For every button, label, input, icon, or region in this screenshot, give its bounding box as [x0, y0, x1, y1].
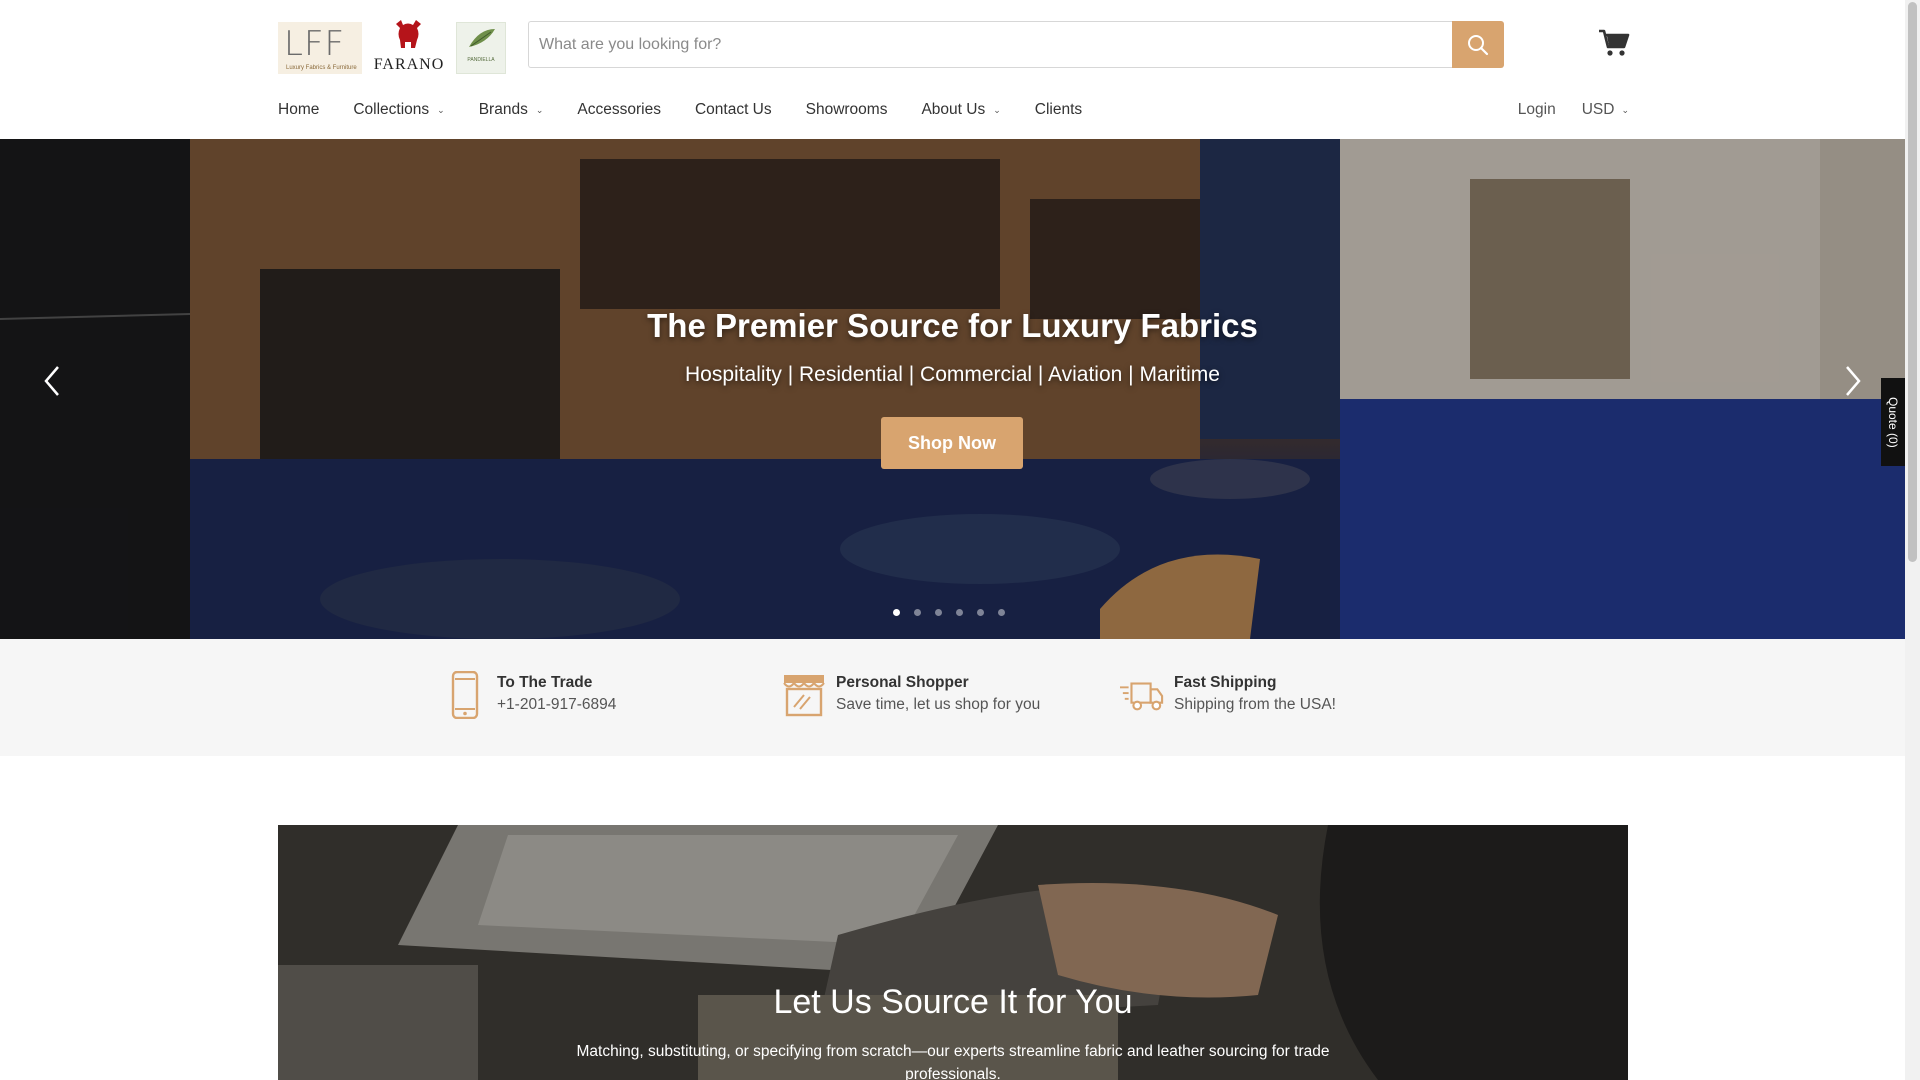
feature-desc: Shipping from the USA! — [1174, 696, 1336, 713]
nav-about-us[interactable]: About Us ⌄ — [921, 101, 1000, 119]
slider-prev-button[interactable] — [38, 361, 68, 401]
nav-collections-label: Collections — [353, 101, 430, 118]
search-input[interactable] — [528, 21, 1452, 68]
feature-to-the-trade: To The Trade +1-201-917-6894 — [443, 670, 616, 720]
currency-selector[interactable]: USD ⌄ — [1582, 101, 1629, 119]
page-scrollbar[interactable] — [1905, 0, 1920, 1080]
feature-text: Fast Shipping Shipping from the USA! — [1174, 673, 1336, 717]
source-title: Let Us Source It for You — [773, 983, 1133, 1021]
feature-desc: Save time, let us shop for you — [836, 696, 1041, 713]
feature-personal-shopper: Personal Shopper Save time, let us shop … — [782, 670, 1040, 720]
cart-button[interactable] — [1598, 28, 1630, 60]
features-bar: To The Trade +1-201-917-6894 Personal Sh… — [0, 639, 1905, 756]
search-icon — [1468, 34, 1489, 55]
slider-dot[interactable] — [956, 609, 963, 616]
search-button[interactable] — [1452, 21, 1504, 68]
main-nav: Home Collections ⌄ Brands ⌄ Accessories Co… — [278, 96, 1116, 124]
feature-text: To The Trade +1-201-917-6894 — [497, 673, 616, 717]
nav-accessories-label: Accessories — [577, 101, 661, 118]
feature-fast-shipping: Fast Shipping Shipping from the USA! — [1120, 670, 1336, 720]
hero-slider: The Premier Source for Luxury Fabrics Ho… — [0, 139, 1905, 639]
nav-showrooms-label: Showrooms — [805, 101, 888, 118]
nav-showrooms[interactable]: Showrooms — [806, 101, 888, 119]
login-link[interactable]: Login — [1518, 101, 1556, 119]
storefront-icon — [782, 670, 826, 720]
truck-icon — [1120, 670, 1164, 720]
slider-dot[interactable] — [935, 609, 942, 616]
hero-title: The Premier Source for Luxury Fabrics — [647, 307, 1258, 344]
currency-label: USD — [1581, 101, 1615, 118]
pandiella-logo-text: PANDIELLA — [467, 57, 495, 63]
nav-home[interactable]: Home — [278, 101, 319, 119]
phone-icon — [443, 670, 487, 720]
source-banner: Let Us Source It for You Matching, subst… — [278, 825, 1628, 1080]
chevron-left-icon — [44, 366, 59, 396]
brand-logos: LFF Luxury Fabrics & Furniture FARANO PA… — [278, 18, 506, 74]
site-header: LFF Luxury Fabrics & Furniture FARANO PA… — [0, 0, 1905, 139]
scrollbar-thumb[interactable] — [1908, 2, 1917, 562]
shop-now-button[interactable]: Shop Now — [881, 417, 1023, 469]
nav-collections[interactable]: Collections ⌄ — [353, 101, 444, 119]
nav-accessories[interactable]: Accessories — [577, 101, 661, 119]
leaf-icon — [469, 29, 495, 47]
lff-logo-text: LFF — [284, 24, 346, 64]
pandiella-logo[interactable]: PANDIELLA — [456, 22, 506, 74]
chevron-down-icon: ⌄ — [535, 104, 544, 115]
chevron-down-icon: ⌄ — [993, 104, 1001, 115]
search-bar — [528, 21, 1504, 68]
lff-logo[interactable]: LFF Luxury Fabrics & Furniture — [278, 22, 362, 74]
feature-title: Fast Shipping — [1174, 674, 1277, 691]
account-nav: Login USD ⌄ — [1518, 96, 1629, 124]
slider-dot[interactable] — [977, 609, 984, 616]
bull-icon — [396, 20, 421, 48]
farano-logo[interactable]: FARANO — [372, 18, 446, 74]
chevron-right-icon — [1846, 366, 1861, 396]
feature-title: Personal Shopper — [836, 674, 969, 691]
feature-desc: +1-201-917-6894 — [497, 696, 617, 713]
nav-contact-us[interactable]: Contact Us — [695, 101, 772, 119]
nav-contact-us-label: Contact Us — [694, 101, 772, 118]
chevron-down-icon: ⌄ — [1621, 104, 1629, 115]
nav-brands-label: Brands — [478, 101, 528, 118]
quote-tab[interactable]: Quote (0) — [1881, 378, 1905, 466]
hero-subtitle: Hospitality | Residential | Commercial |… — [685, 363, 1220, 386]
slider-dot[interactable] — [998, 609, 1005, 616]
slider-dots — [893, 609, 1005, 616]
hero-overlay — [0, 139, 1905, 639]
slider-next-button[interactable] — [1837, 361, 1867, 401]
nav-clients[interactable]: Clients — [1035, 101, 1082, 119]
cart-icon — [1599, 29, 1630, 56]
slider-dot[interactable] — [893, 609, 900, 616]
nav-about-us-label: About Us — [921, 101, 986, 118]
feature-title: To The Trade — [497, 674, 593, 691]
nav-home-label: Home — [278, 101, 320, 118]
nav-clients-label: Clients — [1034, 101, 1083, 118]
nav-brands[interactable]: Brands ⌄ — [479, 101, 544, 119]
farano-logo-text: FARANO — [373, 56, 445, 73]
slider-dot[interactable] — [914, 609, 921, 616]
chevron-down-icon: ⌄ — [437, 104, 445, 115]
lff-logo-subtitle: Luxury Fabrics & Furniture — [286, 65, 357, 71]
feature-text: Personal Shopper Save time, let us shop … — [836, 673, 1040, 717]
source-description: Matching, substituting, or specifying fr… — [576, 1043, 1330, 1080]
